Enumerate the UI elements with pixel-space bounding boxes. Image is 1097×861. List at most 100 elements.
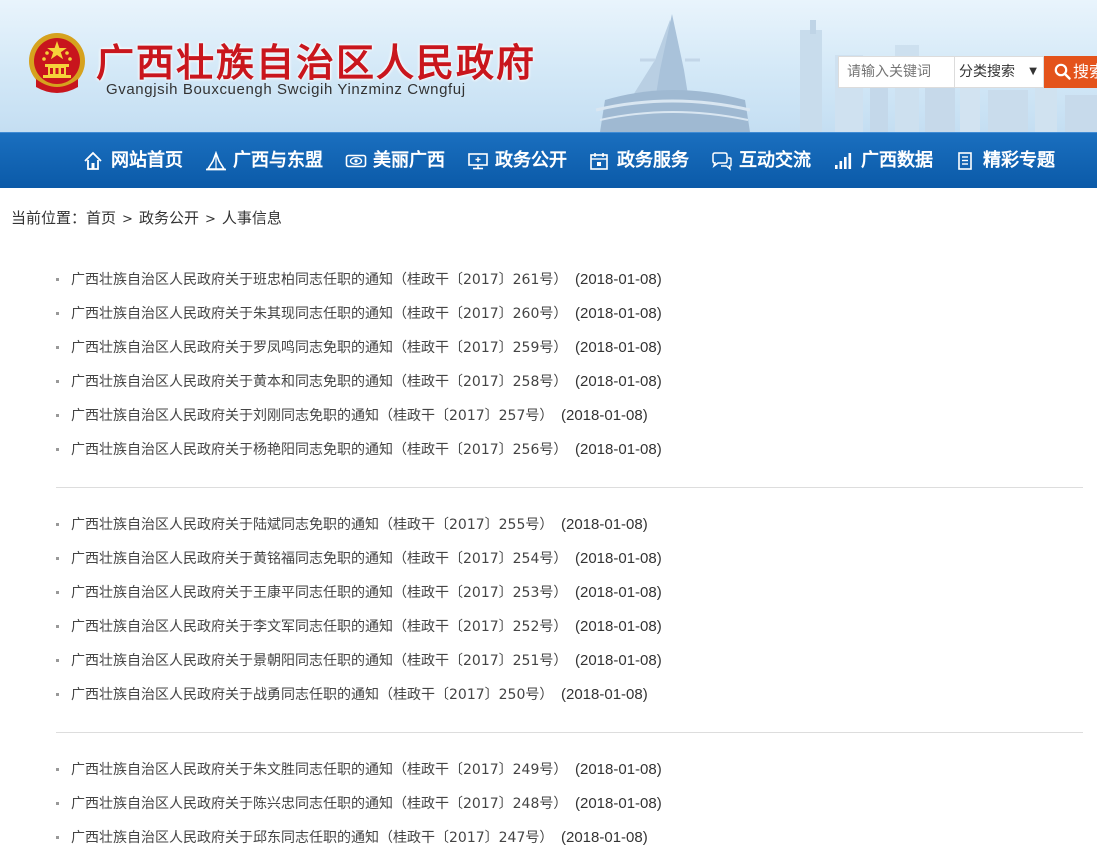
nav-item-government-affairs[interactable]: 政务公开 <box>467 133 571 189</box>
bullet-icon <box>56 659 59 662</box>
bullet-icon <box>56 414 59 417</box>
eye-icon <box>345 154 367 168</box>
notice-date: (2018-01-08) <box>575 618 662 635</box>
calendar-icon <box>590 153 608 170</box>
breadcrumb-separator: > <box>204 212 216 227</box>
bullet-icon <box>56 625 59 628</box>
nav-item-interaction[interactable]: 互动交流 <box>711 133 815 189</box>
search-button-label: 搜索 <box>1073 62 1097 81</box>
list-item: 广西壮族自治区人民政府关于黄本和同志免职的通知（桂政干〔2017〕258号） (2… <box>56 371 756 393</box>
bullet-icon <box>56 802 59 805</box>
nav-item-label: 政务公开 <box>495 150 567 171</box>
building-icon <box>206 151 226 171</box>
list-item: 广西壮族自治区人民政府关于陈兴忠同志任职的通知（桂政干〔2017〕248号） (2… <box>56 793 756 815</box>
notice-date: (2018-01-08) <box>575 305 662 322</box>
bullet-icon <box>56 312 59 315</box>
bullet-icon <box>56 448 59 451</box>
notice-title-link[interactable]: 广西壮族自治区人民政府关于陈兴忠同志任职的通知（桂政干〔2017〕248号） <box>71 793 567 815</box>
search-button[interactable]: 搜索 <box>1044 56 1097 88</box>
list-item: 广西壮族自治区人民政府关于李文军同志任职的通知（桂政干〔2017〕252号） (2… <box>56 616 756 638</box>
search-category-label: 分类搜索 <box>959 64 1015 80</box>
notice-title-link[interactable]: 广西壮族自治区人民政府关于战勇同志任职的通知（桂政干〔2017〕250号） <box>71 684 553 706</box>
nav-item-label: 精彩专题 <box>983 150 1055 171</box>
nav-item-beautiful-guangxi[interactable]: 美丽广西 <box>345 133 449 189</box>
notice-date: (2018-01-08) <box>575 339 662 356</box>
nav-item-label: 美丽广西 <box>373 150 445 171</box>
breadcrumb-separator: > <box>122 212 133 227</box>
breadcrumb-personnel-link[interactable]: 人事信息 <box>222 209 282 227</box>
notice-title-link[interactable]: 广西壮族自治区人民政府关于黄本和同志免职的通知（桂政干〔2017〕258号） <box>71 371 567 393</box>
site-subtitle: Gvangjsih Bouxcuengh Swcigih Yinzminz Cw… <box>106 81 466 98</box>
notice-date: (2018-01-08) <box>575 584 662 601</box>
document-icon <box>958 152 972 170</box>
bullet-icon <box>56 768 59 771</box>
nav-item-guangxi-data[interactable]: 广西数据 <box>833 133 937 189</box>
bullet-icon <box>56 836 59 839</box>
list-item: 广西壮族自治区人民政府关于罗凤鸣同志免职的通知（桂政干〔2017〕259号） (2… <box>56 337 756 359</box>
notice-title-link[interactable]: 广西壮族自治区人民政府关于朱文胜同志任职的通知（桂政干〔2017〕249号） <box>71 759 567 781</box>
chevron-down-icon: ▼ <box>1029 66 1037 77</box>
notice-title-link[interactable]: 广西壮族自治区人民政府关于罗凤鸣同志免职的通知（桂政干〔2017〕259号） <box>71 337 567 359</box>
notice-title-link[interactable]: 广西壮族自治区人民政府关于王康平同志任职的通知（桂政干〔2017〕253号） <box>71 582 567 604</box>
breadcrumb-government-affairs-link[interactable]: 政务公开 <box>139 209 199 227</box>
list-divider <box>56 487 1083 488</box>
nav-item-label: 广西与东盟 <box>233 150 323 171</box>
list-item: 广西壮族自治区人民政府关于景朝阳同志任职的通知（桂政干〔2017〕251号） (2… <box>56 650 756 672</box>
list-item: 广西壮族自治区人民政府关于杨艳阳同志免职的通知（桂政干〔2017〕256号） (2… <box>56 439 756 461</box>
breadcrumb-home-link[interactable]: 首页 <box>86 209 116 227</box>
list-item: 广西壮族自治区人民政府关于班忠柏同志任职的通知（桂政干〔2017〕261号） (2… <box>56 269 756 291</box>
nav-item-asean[interactable]: 广西与东盟 <box>205 133 329 189</box>
notice-title-link[interactable]: 广西壮族自治区人民政府关于黄铭福同志免职的通知（桂政干〔2017〕254号） <box>71 548 567 570</box>
nav-item-label: 广西数据 <box>861 150 933 171</box>
notice-title-link[interactable]: 广西壮族自治区人民政府关于邱东同志任职的通知（桂政干〔2017〕247号） <box>71 827 553 849</box>
notice-date: (2018-01-08) <box>561 686 648 703</box>
notice-date: (2018-01-08) <box>575 761 662 778</box>
bar-chart-icon <box>835 153 852 169</box>
notice-title-link[interactable]: 广西壮族自治区人民政府关于朱其现同志任职的通知（桂政干〔2017〕260号） <box>71 303 567 325</box>
nav-item-label: 政务服务 <box>617 150 689 171</box>
notice-title-link[interactable]: 广西壮族自治区人民政府关于李文军同志任职的通知（桂政干〔2017〕252号） <box>71 616 567 638</box>
nav-item-government-services[interactable]: 政务服务 <box>589 133 693 189</box>
search-icon <box>1054 63 1071 80</box>
notice-date: (2018-01-08) <box>561 829 648 846</box>
list-item: 广西壮族自治区人民政府关于朱其现同志任职的通知（桂政干〔2017〕260号） (2… <box>56 303 756 325</box>
bullet-icon <box>56 523 59 526</box>
bullet-icon <box>56 346 59 349</box>
list-divider <box>56 732 1083 733</box>
notice-title-link[interactable]: 广西壮族自治区人民政府关于陆斌同志免职的通知（桂政干〔2017〕255号） <box>71 514 553 536</box>
national-emblem-icon <box>29 33 85 93</box>
nav-item-home[interactable]: 网站首页 <box>83 133 187 189</box>
notice-title-link[interactable]: 广西壮族自治区人民政府关于班忠柏同志任职的通知（桂政干〔2017〕261号） <box>71 269 567 291</box>
main-nav: 网站首页 广西与东盟 美丽广西 政务公开 政务服务 互动交流 广西数据 精彩专题 <box>0 132 1097 188</box>
search-category-select[interactable]: 分类搜索 ▼ <box>954 56 1044 88</box>
bullet-icon <box>56 380 59 383</box>
site-title: 广西壮族自治区人民政府 <box>96 41 537 85</box>
site-header: 广西壮族自治区人民政府 Gvangjsih Bouxcuengh Swcigih… <box>0 0 1097 132</box>
notice-date: (2018-01-08) <box>575 550 662 567</box>
list-item: 广西壮族自治区人民政府关于黄铭福同志免职的通知（桂政干〔2017〕254号） (2… <box>56 548 756 570</box>
bullet-icon <box>56 591 59 594</box>
list-item: 广西壮族自治区人民政府关于刘刚同志免职的通知（桂政干〔2017〕257号） (20… <box>56 405 756 427</box>
nav-item-special-topics[interactable]: 精彩专题 <box>955 133 1059 189</box>
list-item: 广西壮族自治区人民政府关于王康平同志任职的通知（桂政干〔2017〕253号） (2… <box>56 582 756 604</box>
notice-title-link[interactable]: 广西壮族自治区人民政府关于景朝阳同志任职的通知（桂政干〔2017〕251号） <box>71 650 567 672</box>
list-item: 广西壮族自治区人民政府关于陆斌同志免职的通知（桂政干〔2017〕255号） (20… <box>56 514 756 536</box>
search-input[interactable] <box>838 56 954 88</box>
list-item: 广西壮族自治区人民政府关于朱文胜同志任职的通知（桂政干〔2017〕249号） (2… <box>56 759 756 781</box>
monitor-icon <box>468 153 488 170</box>
breadcrumb-prefix: 当前位置： <box>11 209 87 227</box>
bullet-icon <box>56 557 59 560</box>
notice-title-link[interactable]: 广西壮族自治区人民政府关于刘刚同志免职的通知（桂政干〔2017〕257号） <box>71 405 553 427</box>
notice-date: (2018-01-08) <box>561 516 648 533</box>
notice-title-link[interactable]: 广西壮族自治区人民政府关于杨艳阳同志免职的通知（桂政干〔2017〕256号） <box>71 439 567 461</box>
notice-date: (2018-01-08) <box>575 271 662 288</box>
notice-date: (2018-01-08) <box>575 373 662 390</box>
breadcrumb: 当前位置：首页 > 政务公开 > 人事信息 <box>11 207 282 231</box>
notice-date: (2018-01-08) <box>575 795 662 812</box>
nav-item-label: 互动交流 <box>739 150 811 171</box>
notice-date: (2018-01-08) <box>575 652 662 669</box>
chat-icon <box>712 152 732 171</box>
list-item: 广西壮族自治区人民政府关于战勇同志任职的通知（桂政干〔2017〕250号） (20… <box>56 684 756 706</box>
nav-item-label: 网站首页 <box>111 150 183 171</box>
notice-date: (2018-01-08) <box>575 441 662 458</box>
